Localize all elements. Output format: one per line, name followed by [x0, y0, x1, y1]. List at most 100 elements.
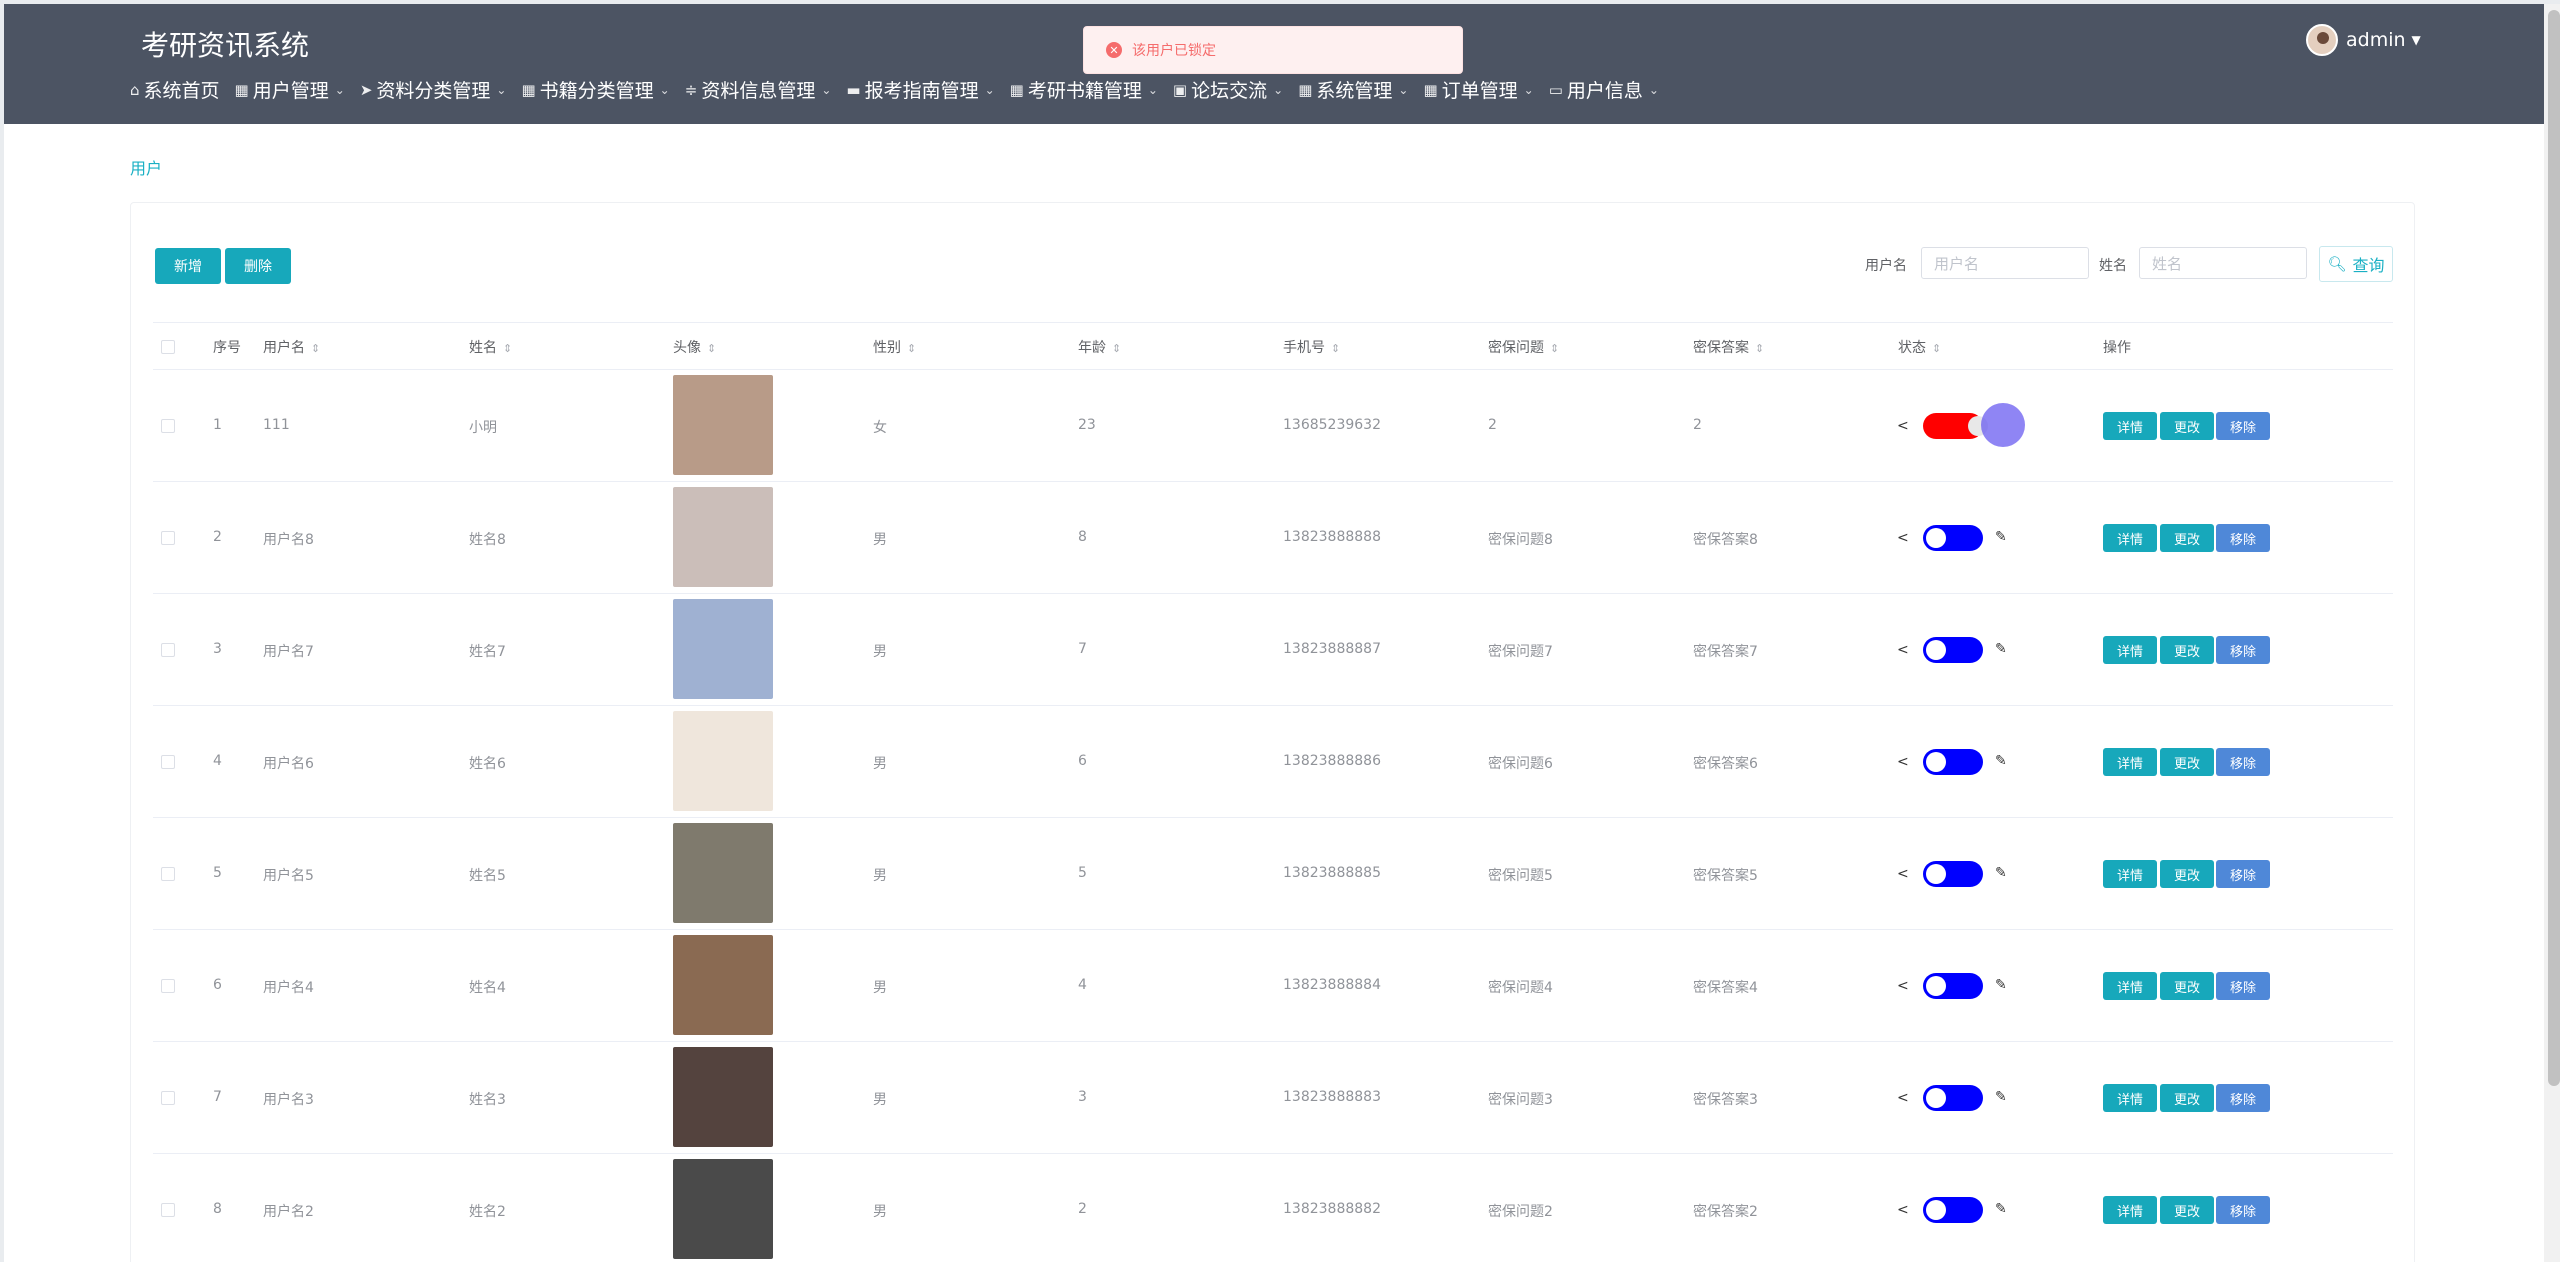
col-name[interactable]: 姓名 ⇕ — [469, 337, 512, 357]
col-gender[interactable]: 性别 ⇕ — [873, 337, 916, 357]
cell-name: 姓名2 — [469, 1204, 506, 1220]
edit-button[interactable]: 更改 — [2160, 1196, 2214, 1224]
detail-button[interactable]: 详情 — [2103, 748, 2157, 776]
edit-button[interactable]: 更改 — [2160, 748, 2214, 776]
search-button[interactable]: 🔍︎ 查询 — [2319, 246, 2393, 282]
avatar-photo[interactable] — [673, 599, 773, 699]
sort-icon: ⇕ — [1550, 342, 1560, 355]
cell-question: 密保问题8 — [1488, 532, 1553, 548]
status-switch[interactable] — [1923, 637, 1983, 663]
col-phone[interactable]: 手机号 ⇕ — [1283, 337, 1340, 357]
avatar-photo[interactable] — [673, 823, 773, 923]
avatar-photo[interactable] — [673, 375, 773, 475]
sort-icon: ⇕ — [1112, 342, 1122, 355]
table-row: 4 用户名6 姓名6 男 6 13823888886 密保问题6 密保答案6 < ✎ 详情 更改 移除 — [153, 706, 2393, 818]
avatar-photo[interactable] — [673, 1159, 773, 1259]
name-search-input[interactable]: 姓名 — [2139, 247, 2307, 279]
share-icon: < — [1897, 1090, 1909, 1106]
nav-item[interactable]: ▦ 订单管理 ⌄ — [1423, 76, 1533, 103]
row-checkbox[interactable] — [161, 643, 175, 657]
nav-item[interactable]: ▦ 系统管理 ⌄ — [1298, 76, 1408, 103]
remove-button[interactable]: 移除 — [2216, 1196, 2270, 1224]
switch-knob — [1926, 528, 1946, 548]
scrollbar-thumb[interactable] — [2548, 10, 2560, 1086]
cell-answer: 密保答案3 — [1693, 1092, 1758, 1108]
vertical-scrollbar[interactable] — [2544, 4, 2560, 1262]
remove-button[interactable]: 移除 — [2216, 860, 2270, 888]
row-checkbox[interactable] — [161, 1091, 175, 1105]
row-checkbox[interactable] — [161, 867, 175, 881]
col-question[interactable]: 密保问题 ⇕ — [1488, 337, 1559, 357]
username-search-input[interactable]: 用户名 — [1921, 247, 2089, 279]
nav-item-label: 资料分类管理 — [376, 80, 491, 102]
add-button[interactable]: 新增 — [155, 248, 221, 284]
nav-item[interactable]: ▭ 用户信息 ⌄ — [1549, 76, 1659, 103]
detail-button[interactable]: 详情 — [2103, 860, 2157, 888]
chevron-down-icon: ⌄ — [1398, 82, 1409, 97]
edit-button[interactable]: 更改 — [2160, 412, 2214, 440]
remove-button[interactable]: 移除 — [2216, 1084, 2270, 1112]
edit-button[interactable]: 更改 — [2160, 1084, 2214, 1112]
nav-item[interactable]: ▦ 书籍分类管理 ⌄ — [521, 76, 669, 103]
nav-item[interactable]: ▦ 用户管理 ⌄ — [235, 76, 345, 103]
edit-button[interactable]: 更改 — [2160, 972, 2214, 1000]
nav-item[interactable]: ▦ 考研书籍管理 ⌄ — [1010, 76, 1158, 103]
remove-button[interactable]: 移除 — [2216, 636, 2270, 664]
cell-name: 姓名6 — [469, 756, 506, 772]
nav-item-label: 系统管理 — [1316, 80, 1393, 102]
nav-item[interactable]: ➤ 资料分类管理 ⌄ — [360, 76, 507, 103]
nav-item[interactable]: ▣ 论坛交流 ⌄ — [1173, 76, 1283, 103]
detail-button[interactable]: 详情 — [2103, 1196, 2157, 1224]
detail-button[interactable]: 详情 — [2103, 412, 2157, 440]
delete-button[interactable]: 删除 — [225, 248, 291, 284]
avatar-photo[interactable] — [673, 487, 773, 587]
avatar-photo[interactable] — [673, 711, 773, 811]
cell-answer: 密保答案2 — [1693, 1204, 1758, 1220]
chevron-down-icon: ⌄ — [496, 82, 507, 97]
status-switch[interactable] — [1923, 1085, 1983, 1111]
select-all-checkbox[interactable] — [161, 340, 175, 354]
status-switch[interactable] — [1923, 525, 1983, 551]
col-username[interactable]: 用户名 ⇕ — [263, 337, 320, 357]
col-avatar[interactable]: 头像 ⇕ — [673, 337, 716, 357]
switch-knob — [1926, 1088, 1946, 1108]
nav-item-label: 资料信息管理 — [701, 80, 816, 102]
user-menu[interactable]: admin ▼ — [2306, 24, 2421, 56]
printer-icon: ▬ — [846, 80, 861, 99]
avatar-photo[interactable] — [673, 935, 773, 1035]
nav-item[interactable]: ⌂ 系统首页 — [130, 76, 220, 103]
nav-item[interactable]: ▬ 报考指南管理 ⌄ — [846, 76, 994, 103]
row-checkbox[interactable] — [161, 1203, 175, 1217]
edit-button[interactable]: 更改 — [2160, 524, 2214, 552]
remove-button[interactable]: 移除 — [2216, 412, 2270, 440]
col-answer[interactable]: 密保答案 ⇕ — [1693, 337, 1764, 357]
breadcrumb[interactable]: 用户 — [130, 155, 162, 179]
detail-button[interactable]: 详情 — [2103, 524, 2157, 552]
status-switch[interactable] — [1923, 861, 1983, 887]
remove-button[interactable]: 移除 — [2216, 748, 2270, 776]
detail-button[interactable]: 详情 — [2103, 972, 2157, 1000]
page: 考研资讯系统 ⌂ 系统首页 ▦ 用户管理 ⌄ ➤ 资料分类管理 ⌄ ▦ 书籍分类管理 ⌄ ≑ 资料信息管… — [0, 0, 2560, 1262]
detail-button[interactable]: 详情 — [2103, 1084, 2157, 1112]
edit-button[interactable]: 更改 — [2160, 636, 2214, 664]
status-switch[interactable] — [1923, 973, 1983, 999]
cell-username: 用户名3 — [263, 1092, 314, 1108]
status-switch[interactable] — [1923, 413, 1988, 439]
row-checkbox[interactable] — [161, 531, 175, 545]
detail-button[interactable]: 详情 — [2103, 636, 2157, 664]
avatar-photo[interactable] — [673, 1047, 773, 1147]
col-status[interactable]: 状态 ⇕ — [1898, 337, 1941, 357]
row-checkbox[interactable] — [161, 979, 175, 993]
row-checkbox[interactable] — [161, 755, 175, 769]
row-checkbox[interactable] — [161, 419, 175, 433]
main-nav: ⌂ 系统首页 ▦ 用户管理 ⌄ ➤ 资料分类管理 ⌄ ▦ 书籍分类管理 ⌄ ≑ 资料信息管理 ⌄ ▬ 报考指南… — [130, 76, 1674, 103]
remove-button[interactable]: 移除 — [2216, 524, 2270, 552]
remove-button[interactable]: 移除 — [2216, 972, 2270, 1000]
nav-item[interactable]: ≑ 资料信息管理 ⌄ — [685, 76, 832, 103]
status-switch[interactable] — [1923, 749, 1983, 775]
col-age[interactable]: 年龄 ⇕ — [1078, 337, 1121, 357]
cell-age: 2 — [1078, 1201, 1087, 1217]
edit-button[interactable]: 更改 — [2160, 860, 2214, 888]
status-switch[interactable] — [1923, 1197, 1983, 1223]
table-row: 7 用户名3 姓名3 男 3 13823888883 密保问题3 密保答案3 < ✎ 详情 更改 移除 — [153, 1042, 2393, 1154]
